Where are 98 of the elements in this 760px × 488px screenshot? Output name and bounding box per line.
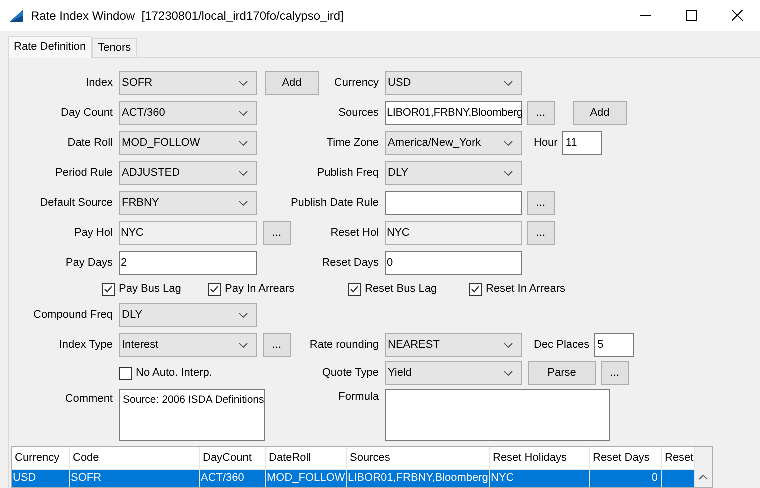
dropdown[interactable]: ACT/360 [119,101,257,125]
chevron-down-icon [239,342,248,348]
field-label: Hour [534,136,558,151]
dropdown[interactable]: Interest [119,333,257,357]
checkbox-label: No Auto. Interp. [136,366,212,381]
chevron-down-icon [239,170,248,176]
checkbox[interactable] [208,282,221,296]
field-label: Day Count [61,106,113,121]
field-label: Period Rule [56,166,113,181]
field-label: Publish Freq [317,166,380,181]
checkbox-label: Reset Bus Lag [365,282,438,297]
field-label: Compound Freq [34,308,113,323]
field-label: Pay Hol [74,226,113,241]
chevron-down-icon [239,80,248,86]
field-label: Currency [334,76,380,91]
input-field[interactable] [385,191,522,215]
column-header[interactable]: Currency [12,447,70,470]
table-cell: MOD_FOLLOW [266,470,347,487]
field-label: Sources [338,106,380,121]
field-label: Date Roll [68,136,113,151]
close-icon [732,10,742,21]
dropdown[interactable]: NEAREST [385,333,522,357]
text-area[interactable]: Source: 2006 ISDA Definitions [119,389,266,441]
chevron-down-icon [504,170,513,176]
window-title: Rate Index Window [17230801/local_ird170fo/calypso_ird] [31,8,344,24]
checkbox-label: Reset In Arrears [486,282,566,297]
checkbox-label: Pay In Arrears [225,282,295,297]
more-button[interactable]: ... [527,191,555,215]
field-label: Pay Days [66,256,113,271]
input-field[interactable]: 5 [594,333,634,357]
field-label: Reset Days [322,256,380,271]
table-cell: ACT/360 [200,470,266,487]
field-label: Default Source [40,196,113,211]
field-label: Time Zone [326,136,380,151]
chevron-down-icon [239,200,248,206]
input-field[interactable]: 0 [385,251,522,275]
table-cell: LIBOR01,FRBNY,Bloomberg [347,470,490,487]
input-field[interactable]: LIBOR01,FRBNY,Bloomberg [385,101,522,125]
column-header[interactable]: Sources [347,447,490,470]
checkbox[interactable] [348,282,361,296]
checkbox-label: Pay Bus Lag [119,282,182,297]
dropdown[interactable]: DLY [385,161,522,185]
chevron-down-icon [504,140,513,146]
table-row[interactable]: USD SOFR ACT/360 MOD_FOLLOW LIBOR01,FRBNY,Bloomberg NYC 0 [12,470,695,487]
column-header[interactable]: Reset Holidays [490,447,590,470]
field-label: Index Type [59,338,113,353]
field-label: Reset Hol [330,226,380,241]
tab[interactable]: Rate Definition [8,36,92,58]
chevron-down-icon [239,110,248,116]
chevron-down-icon [504,370,513,376]
maximize-icon [686,10,696,21]
more-button[interactable]: ... [527,101,555,125]
input-field[interactable]: 2 [119,251,257,275]
input-field[interactable]: NYC [119,221,257,245]
column-header[interactable]: Reset Days [590,447,662,470]
table-cell: SOFR [70,470,200,487]
tab[interactable]: Tenors [92,38,138,57]
checkbox[interactable] [119,366,132,380]
table-cell: 0 [590,470,662,487]
dropdown[interactable]: ADJUSTED [119,161,257,185]
more-button[interactable]: ... [263,221,291,245]
dropdown[interactable]: USD [385,71,522,95]
field-label: Quote Type [322,366,380,381]
field-label: Comment [65,392,113,407]
chevron-down-icon [239,140,248,146]
scrollbar[interactable] [695,447,712,487]
more-button[interactable]: ... [527,221,555,245]
checkbox[interactable] [469,282,482,296]
text-area[interactable] [385,389,610,441]
input-field[interactable]: NYC [385,221,522,245]
more-button[interactable]: ... [263,333,291,357]
dropdown[interactable]: America/New_York [385,131,522,155]
field-label: Formula [338,390,380,405]
dropdown[interactable]: SOFR [119,71,257,95]
button[interactable]: Parse [528,361,596,385]
dropdown[interactable]: MOD_FOLLOW [119,131,257,155]
dropdown[interactable]: FRBNY [119,191,257,215]
chevron-down-icon [239,312,248,318]
field-label: Rate rounding [310,338,380,353]
more-button[interactable]: ... [601,361,629,385]
chevron-down-icon [504,80,513,86]
logo-icon [9,8,25,22]
dropdown[interactable]: Yield [385,361,522,385]
table-cell: USD [12,470,70,487]
field-label: Index [86,76,113,91]
column-header[interactable]: Code [70,447,200,470]
field-label: Publish Date Rule [290,196,380,211]
input-field[interactable]: 11 [562,131,602,155]
button[interactable]: Add [265,71,319,95]
chevron-down-icon [504,342,513,348]
caret-up-icon[interactable] [699,475,708,480]
checkbox[interactable] [102,282,115,296]
column-header[interactable]: DayCount [200,447,266,470]
column-header[interactable]: DateRoll [266,447,347,470]
button[interactable]: Add [573,101,627,125]
field-label: Dec Places [534,338,590,353]
table-cell: NYC [490,470,590,487]
dropdown[interactable]: DLY [119,303,257,327]
